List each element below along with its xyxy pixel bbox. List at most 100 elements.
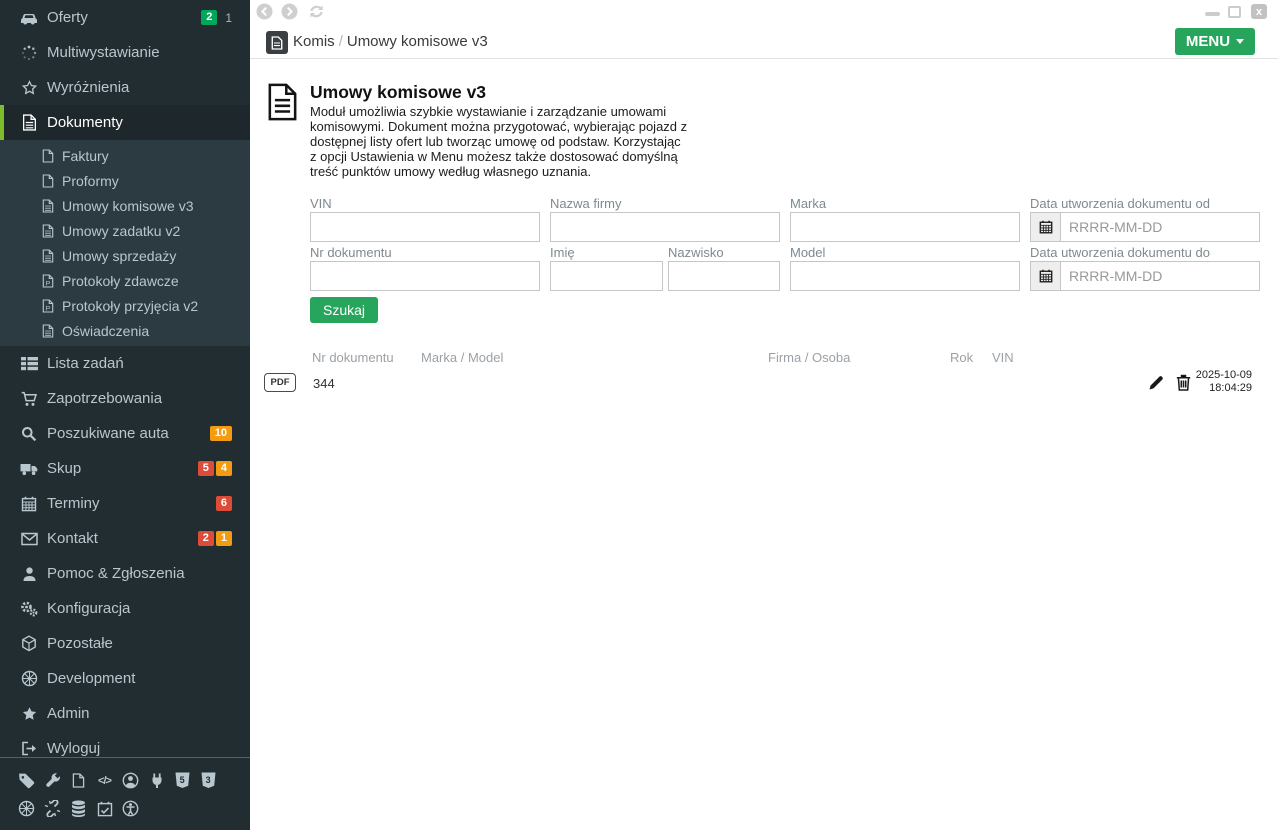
gears-icon <box>18 601 40 617</box>
sidebar-item-label: Umowy zadatku v2 <box>62 223 180 239</box>
calendar-icon[interactable] <box>1030 212 1060 242</box>
star-icon <box>18 706 40 722</box>
file-text-icon <box>40 324 56 338</box>
sidebar-item-label: Proformy <box>62 173 119 189</box>
unlink-icon[interactable] <box>44 800 61 817</box>
sidebar-item-label: Pozostałe <box>47 635 113 652</box>
sidebar-item-pozostale[interactable]: Pozostałe <box>0 626 250 661</box>
col-header-vin: VIN <box>992 350 1014 365</box>
sidebar-item-proformy[interactable]: Proformy <box>0 168 250 193</box>
brand-input[interactable] <box>790 212 1020 242</box>
sidebar-item-poszukiwane-auta[interactable]: Poszukiwane auta 10 <box>0 416 250 451</box>
list-icon <box>18 356 40 371</box>
dev-ball-icon <box>18 670 40 687</box>
maximize-button[interactable] <box>1228 6 1241 18</box>
brand-label: Marka <box>790 196 826 211</box>
col-header-year: Rok <box>950 350 973 365</box>
count-text: 1 <box>225 11 232 25</box>
calendar-check-icon[interactable] <box>96 800 113 817</box>
refresh-icon[interactable] <box>308 3 325 25</box>
company-input[interactable] <box>550 212 780 242</box>
breadcrumb-page: Umowy komisowe v3 <box>347 33 488 50</box>
sidebar-item-wyroznienia[interactable]: Wyróżnienia <box>0 70 250 105</box>
sidebar-item-multiwystawianie[interactable]: Multiwystawianie <box>0 35 250 70</box>
html5-icon[interactable]: 5 <box>174 772 191 789</box>
sidebar-item-protokoly-zdawcze[interactable]: P Protokoły zdawcze <box>0 268 250 293</box>
database-icon[interactable] <box>70 800 87 817</box>
doc-no-input[interactable] <box>310 261 540 291</box>
file-text-icon <box>40 224 56 238</box>
model-input[interactable] <box>790 261 1020 291</box>
date-to-input[interactable] <box>1060 261 1260 291</box>
wrench-icon[interactable] <box>44 772 61 789</box>
cart-icon <box>18 391 40 407</box>
breadcrumb-section[interactable]: Komis <box>293 33 335 50</box>
envelope-icon <box>18 532 40 546</box>
cube-icon <box>18 635 40 652</box>
page-title: Umowy komisowe v3 <box>310 82 486 103</box>
sidebar-item-zapotrzebowania[interactable]: Zapotrzebowania <box>0 381 250 416</box>
sidebar-item-oferty[interactable]: Oferty 2 1 <box>0 0 250 35</box>
sidebar-item-lista-zadan[interactable]: Lista zadań <box>0 346 250 381</box>
minimize-button[interactable] <box>1205 12 1220 16</box>
vin-label: VIN <box>310 196 332 211</box>
sidebar-item-dokumenty[interactable]: Dokumenty <box>0 105 250 140</box>
vin-input[interactable] <box>310 212 540 242</box>
sidebar-item-oswiadczenia[interactable]: Oświadczenia <box>0 318 250 343</box>
status-badge: 2 <box>198 531 214 546</box>
date-from-label: Data utworzenia dokumentu od <box>1030 196 1210 211</box>
sidebar-item-label: Poszukiwane auta <box>47 425 169 442</box>
sidebar-item-admin[interactable]: Admin <box>0 696 250 731</box>
col-header-company-person: Firma / Osoba <box>768 350 850 365</box>
css3-icon[interactable]: 3 <box>200 772 217 789</box>
col-header-doc-no: Nr dokumentu <box>312 350 394 365</box>
model-label: Model <box>790 245 825 260</box>
edit-icon[interactable] <box>1148 374 1165 396</box>
sidebar-item-konfiguracja[interactable]: Konfiguracja <box>0 591 250 626</box>
file-p-icon: P <box>40 299 56 313</box>
sidebar-item-faktury[interactable]: Faktury <box>0 143 250 168</box>
dev-ball-icon[interactable] <box>18 800 35 817</box>
sidebar-item-label: Development <box>47 670 135 687</box>
first-name-input[interactable] <box>550 261 663 291</box>
plug-icon[interactable] <box>148 772 165 789</box>
sidebar-item-development[interactable]: Development <box>0 661 250 696</box>
menu-button[interactable]: MENU <box>1175 28 1255 55</box>
sidebar-item-skup[interactable]: Skup 5 4 <box>0 451 250 486</box>
sidebar-item-label: Protokoły przyjęcia v2 <box>62 298 198 314</box>
file-p-icon: P <box>40 274 56 288</box>
pdf-button[interactable]: PDF <box>264 373 296 392</box>
forward-icon[interactable] <box>281 3 298 25</box>
tag-icon[interactable] <box>18 772 35 789</box>
sidebar-item-label: Oferty <box>47 9 88 26</box>
calendar-icon[interactable] <box>1030 261 1060 291</box>
close-button[interactable]: x <box>1251 4 1267 19</box>
sidebar-item-label: Umowy sprzedaży <box>62 248 176 264</box>
search-button[interactable]: Szukaj <box>310 297 378 323</box>
sidebar-item-umowy-zadatku-v2[interactable]: Umowy zadatku v2 <box>0 218 250 243</box>
file-text-icon <box>40 199 56 213</box>
code-icon[interactable]: </> <box>96 772 113 789</box>
svg-text:5: 5 <box>180 775 185 785</box>
spinner-icon <box>18 45 40 61</box>
sidebar-item-pomoc-zgloszenia[interactable]: Pomoc & Zgłoszenia <box>0 556 250 591</box>
back-icon[interactable] <box>256 3 273 25</box>
sidebar-item-label: Zapotrzebowania <box>47 390 162 407</box>
sidebar-item-label: Wyloguj <box>47 740 100 757</box>
sidebar-item-label: Wyróżnienia <box>47 79 129 96</box>
file-icon <box>40 174 56 188</box>
sidebar-item-terminy[interactable]: Terminy 6 <box>0 486 250 521</box>
search-icon <box>18 426 40 442</box>
last-name-input[interactable] <box>668 261 780 291</box>
file-icon[interactable] <box>70 772 87 789</box>
sidebar-item-kontakt[interactable]: Kontakt 2 1 <box>0 521 250 556</box>
accessibility-icon[interactable] <box>122 800 139 817</box>
sidebar-item-umowy-sprzedazy[interactable]: Umowy sprzedaży <box>0 243 250 268</box>
sidebar-item-umowy-komisowe-v3[interactable]: Umowy komisowe v3 <box>0 193 250 218</box>
chevron-down-icon <box>1236 39 1244 44</box>
user-circle-icon[interactable] <box>122 772 139 789</box>
page-document-icon <box>267 83 298 126</box>
sidebar-item-protokoly-przyjecia-v2[interactable]: P Protokoły przyjęcia v2 <box>0 293 250 318</box>
doc-no-label: Nr dokumentu <box>310 245 392 260</box>
date-from-input[interactable] <box>1060 212 1260 242</box>
